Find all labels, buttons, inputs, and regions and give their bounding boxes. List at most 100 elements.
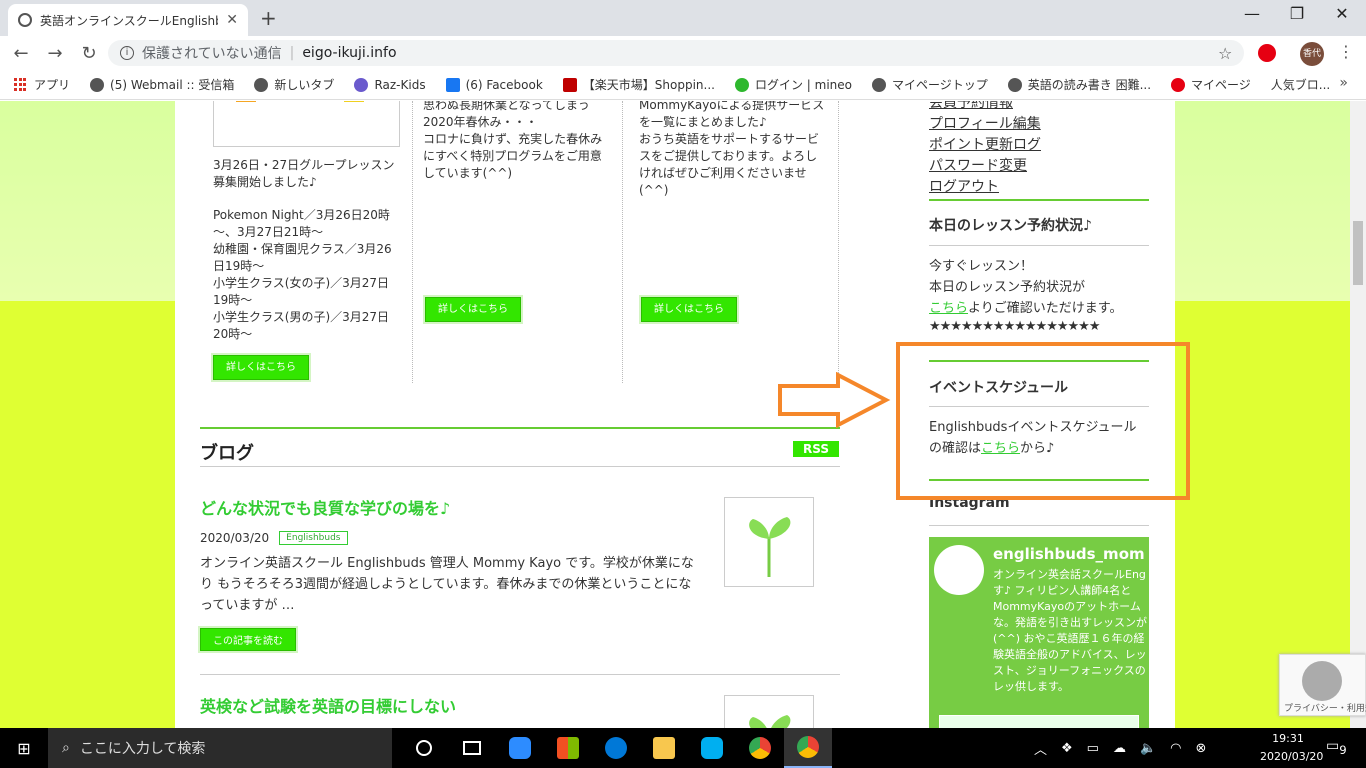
event-card-2: 思わぬ長期休業となってしまう2020年春休み・・・ コロナに負けず、充実した春休… xyxy=(423,101,623,383)
bookmark-newtab[interactable]: 新しいタブ xyxy=(254,76,334,93)
blog-top-border xyxy=(200,427,840,429)
security-label: 保護されていない通信 xyxy=(142,46,282,62)
bookmark-webmail[interactable]: (5) Webmail :: 受信箱 xyxy=(90,76,234,93)
post-tag[interactable]: Englishbuds xyxy=(279,531,348,545)
event-text: おうち英語をサポートするサービスをご提供しております。よろしければぜひご利用くだ… xyxy=(639,132,820,197)
wifi-icon[interactable]: ◠ xyxy=(1170,741,1181,756)
address-bar[interactable]: i 保護されていない通信 | eigo-ikuji.info xyxy=(108,40,1244,66)
dropbox-icon[interactable]: ❖ xyxy=(1061,741,1073,756)
tab-close-icon[interactable]: ✕ xyxy=(226,12,238,28)
event-card-3: MommyKayoによる提供サービスを一覧にまとめました♪ おうち英語をサポート… xyxy=(639,101,839,383)
bookmark-blog[interactable]: 人気ブロ... xyxy=(1271,76,1330,93)
chrome-icon[interactable] xyxy=(736,728,784,768)
edge-icon[interactable] xyxy=(592,728,640,768)
sidebar-link-profile[interactable]: プロフィール編集 xyxy=(929,114,1149,135)
rakuten-icon xyxy=(562,77,577,92)
event-text: MommyKayoによる提供サービスを一覧にまとめました♪ xyxy=(639,101,825,129)
forward-arrow-icon[interactable]: → xyxy=(38,43,72,64)
file-explorer-icon[interactable] xyxy=(640,728,688,768)
page-scrollbar[interactable] xyxy=(1350,101,1366,728)
store-icon[interactable] xyxy=(544,728,592,768)
recaptcha-badge[interactable]: プライバシー・利用規約 xyxy=(1279,654,1366,716)
bookmark-mypage-top[interactable]: マイページトップ xyxy=(872,76,988,93)
chevron-up-icon[interactable]: ︿ xyxy=(1034,739,1047,758)
maximize-button[interactable]: ❐ xyxy=(1277,4,1317,23)
system-tray: ︿ ❖ ▭ ☁ 🔈 ◠ ⊗ xyxy=(1034,728,1206,768)
extension-icon[interactable] xyxy=(1258,44,1276,62)
instagram-image xyxy=(939,715,1139,728)
notification-icon[interactable]: ▭9 xyxy=(1326,738,1347,757)
bookmark-apps[interactable]: アプリ xyxy=(14,76,70,93)
network-icon[interactable]: ⊗ xyxy=(1196,741,1207,756)
taskbar-search[interactable]: ⌕ ここに入力して検索 xyxy=(48,728,392,768)
details-button[interactable]: 詳しくはこちら xyxy=(639,295,739,324)
chrome-profile-icon[interactable] xyxy=(784,728,832,768)
bookmark-razkids[interactable]: Raz-Kids xyxy=(354,77,426,92)
cortana-icon[interactable] xyxy=(400,728,448,768)
browser-tab[interactable]: 英語オンラインスクールEnglishbuds ✕ xyxy=(8,4,248,36)
lesson-text-line: こちらよりご確認いただけます。 xyxy=(929,301,1123,316)
reload-icon[interactable]: ↻ xyxy=(72,43,106,64)
rss-button[interactable]: RSS xyxy=(793,441,839,457)
battery-icon[interactable]: ▭ xyxy=(1087,741,1099,756)
taskbar-clock[interactable]: 19:31 2020/03/20 xyxy=(1260,730,1324,766)
blog-heading: ブログ xyxy=(200,443,254,464)
minimize-button[interactable]: — xyxy=(1232,4,1272,23)
post-thumbnail[interactable] xyxy=(724,695,814,728)
zoom-icon[interactable] xyxy=(496,728,544,768)
search-placeholder: ここに入力して検索 xyxy=(79,741,206,757)
onedrive-icon[interactable]: ☁ xyxy=(1113,741,1126,756)
task-view-icon[interactable] xyxy=(448,728,496,768)
sidebar-link-reservation[interactable]: 会員予約情報 xyxy=(929,101,1149,114)
windows-start-icon[interactable]: ⊞ xyxy=(0,739,48,758)
profile-avatar[interactable]: 香代 xyxy=(1300,42,1324,66)
lesson-status-link[interactable]: こちら xyxy=(929,301,968,316)
divider: | xyxy=(289,45,295,61)
bookmarks-more-icon[interactable]: » xyxy=(1339,75,1348,91)
event-text: 小学生クラス(男の子)／3月27日20時～ xyxy=(213,310,390,341)
mypage-icon xyxy=(1171,77,1186,92)
clock-date: 2020/03/20 xyxy=(1260,750,1324,763)
details-button[interactable]: 詳しくはこちら xyxy=(423,295,523,324)
browser-tab-strip: 英語オンラインスクールEnglishbuds ✕ + — ❐ ✕ xyxy=(0,0,1366,36)
star-divider: ★★★★★★★★★★★★★★★★ xyxy=(929,319,1100,334)
event-text: コロナに負けず、充実した春休みにすべく特別プログラムをご用意しています(^^) xyxy=(423,132,603,180)
url-text[interactable]: eigo-ikuji.info xyxy=(302,45,396,61)
bookmark-rakuten[interactable]: 【楽天市場】Shoppin... xyxy=(562,76,715,93)
windows-taskbar: ⊞ ⌕ ここに入力して検索 ︿ ❖ ▭ ☁ 🔈 ◠ ⊗ 19:31 2020/0… xyxy=(0,728,1366,768)
scrollbar-thumb[interactable] xyxy=(1353,221,1363,285)
new-tab-button[interactable]: + xyxy=(260,6,277,30)
browser-menu-icon[interactable]: ⋮ xyxy=(1338,42,1354,61)
post-thumbnail[interactable] xyxy=(724,497,814,587)
event-text: Pokemon Night／3月26日20時～、3月27日21時～ xyxy=(213,208,390,239)
sidebar-link-password[interactable]: パスワード変更 xyxy=(929,156,1149,177)
close-window-button[interactable]: ✕ xyxy=(1322,4,1362,23)
divider xyxy=(200,674,840,675)
search-icon: ⌕ xyxy=(62,740,70,756)
event-text: 思わぬ長期休業となってしまう2020年春休み・・・ xyxy=(423,101,591,129)
event-text: 幼稚園・保育園児クラス／3月26日19時～ xyxy=(213,242,392,273)
divider xyxy=(929,245,1149,246)
sprout-icon xyxy=(749,715,791,728)
instagram-widget[interactable]: englishbuds_mom オンライン英会話スクールEngす♪ フィリピン人… xyxy=(929,537,1149,728)
info-icon[interactable]: i xyxy=(120,46,134,60)
bookmark-reading[interactable]: 英語の読み書き 困難... xyxy=(1007,76,1151,93)
bookmark-star-icon[interactable]: ☆ xyxy=(1218,44,1232,63)
sidebar-link-points[interactable]: ポイント更新ログ xyxy=(929,135,1149,156)
bookmark-mypage[interactable]: マイページ xyxy=(1171,76,1251,93)
globe-icon xyxy=(1007,77,1022,92)
sidebar-link-logout[interactable]: ログアウト xyxy=(929,177,1149,198)
lesson-text: 今すぐレッスン！ xyxy=(929,259,1034,274)
facebook-icon xyxy=(445,77,460,92)
divider xyxy=(929,525,1149,526)
back-arrow-icon[interactable]: ← xyxy=(4,43,38,64)
bookmark-mineo[interactable]: ログイン | mineo xyxy=(734,76,852,93)
skype-icon[interactable] xyxy=(688,728,736,768)
highlight-box xyxy=(896,342,1190,500)
highlight-arrow-icon xyxy=(778,372,891,428)
volume-icon[interactable]: 🔈 xyxy=(1140,741,1156,756)
details-button[interactable]: 詳しくはこちら xyxy=(211,353,311,382)
read-more-button[interactable]: この記事を読む xyxy=(198,626,298,653)
bookmark-facebook[interactable]: (6) Facebook xyxy=(445,77,543,92)
browser-toolbar: ← → ↻ i 保護されていない通信 | eigo-ikuji.info ☆ 香… xyxy=(0,36,1366,70)
